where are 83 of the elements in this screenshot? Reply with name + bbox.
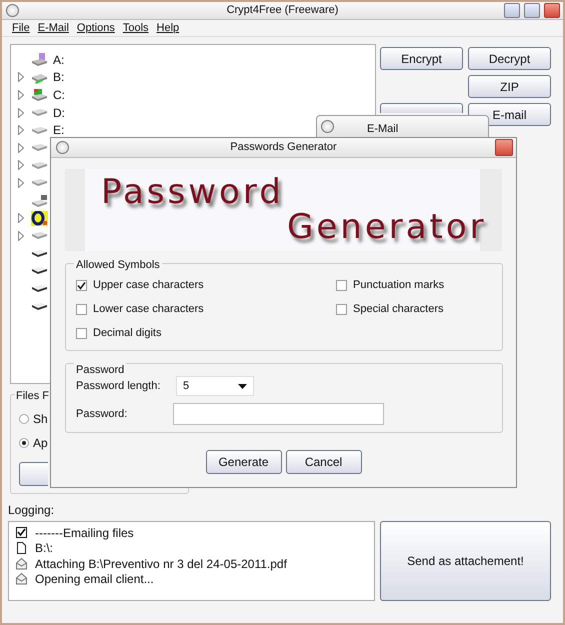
drive-label: C: [53, 86, 65, 104]
radio-label: Sh [33, 411, 48, 428]
drive-icon [31, 109, 48, 116]
drive-icon [31, 267, 48, 274]
expand-arrow-icon [18, 90, 24, 100]
menu-item[interactable]: Options [76, 20, 115, 36]
menu-item[interactable]: Tools [122, 20, 149, 36]
drive-label: B: [53, 69, 64, 86]
drive-icon [31, 250, 48, 257]
expand-arrow-icon [18, 72, 24, 82]
drive-icon [31, 232, 48, 240]
drive-icon [31, 285, 48, 292]
field-label: Password: [76, 406, 128, 422]
expand-arrow-icon [18, 142, 24, 153]
button[interactable] [19, 462, 48, 486]
window-title: Crypt4Free (Freeware) [226, 4, 338, 16]
log-entry: Attaching B:\Preventivo nr 3 del 24-05-2011.pdf [35, 556, 287, 573]
close-button[interactable] [544, 3, 560, 18]
check-icon [77, 280, 86, 290]
send-button[interactable]: Send as attachement! [380, 521, 551, 601]
checkbox-label: Upper case characters [93, 278, 204, 293]
checkbox-label: Decimal digits [93, 326, 162, 341]
log-entry: -------Emailing files [35, 524, 134, 542]
maximize-button[interactable] [524, 3, 540, 18]
drive-icon [31, 210, 48, 226]
action-button[interactable]: Decrypt [468, 47, 551, 70]
checkbox-label: Punctuation marks [353, 278, 444, 293]
checkbox-icon [16, 526, 27, 539]
expand-arrow-icon [18, 213, 24, 224]
length-dropdown[interactable]: 5 [176, 376, 254, 396]
window-knob-icon [56, 141, 69, 154]
drive-icon [31, 126, 48, 134]
checkbox[interactable] [76, 304, 87, 314]
dialog-title: Passwords Generator [230, 141, 337, 153]
dialog-button[interactable]: Cancel [286, 450, 362, 474]
window-title: E-Mail [367, 122, 398, 137]
drive-icon [31, 302, 48, 310]
window-knob-icon [321, 120, 334, 133]
menu-item[interactable]: File [12, 20, 30, 36]
drive-icon [31, 144, 48, 152]
checkbox[interactable] [336, 304, 347, 314]
window-knob-icon [6, 4, 19, 17]
drive-icon [31, 162, 48, 169]
minimize-button[interactable] [504, 3, 520, 18]
expand-arrow-icon [18, 125, 24, 136]
checkbox[interactable] [76, 328, 87, 338]
radio-button[interactable] [19, 414, 29, 424]
expand-arrow-icon [18, 230, 24, 241]
logging-label: Logging: [8, 502, 56, 515]
document-icon [16, 542, 27, 554]
checkbox-label: Lower case characters [93, 302, 204, 317]
action-button[interactable]: ZIP [468, 75, 551, 98]
expand-arrow-icon [18, 178, 24, 188]
drive-label: E: [53, 122, 64, 140]
drive-icon [31, 87, 48, 102]
radio-label: Ap [33, 435, 48, 452]
field-label: Password length: [76, 378, 162, 394]
envelope-icon [16, 573, 27, 586]
drive-label: A: [53, 52, 64, 69]
radio-button[interactable] [19, 438, 29, 448]
action-button[interactable]: Encrypt [380, 47, 463, 70]
close-button[interactable] [495, 139, 513, 156]
dialog-button[interactable]: Generate [206, 450, 282, 474]
drive-icon [31, 193, 48, 208]
expand-arrow-icon [18, 108, 24, 118]
dropdown-value: 5 [183, 378, 190, 394]
envelope-icon [16, 558, 27, 570]
drive-icon [31, 52, 48, 68]
checkbox[interactable] [76, 280, 87, 290]
log-entry: Opening email client... [35, 571, 154, 588]
banner-title: Generator [287, 210, 487, 244]
drive-icon [31, 179, 48, 186]
log-entry: B:\: [35, 540, 54, 558]
button[interactable] [380, 103, 463, 113]
menu-item[interactable]: E-Mail [38, 20, 69, 36]
expand-arrow-icon [18, 160, 24, 170]
checkbox-label: Special characters [353, 302, 444, 317]
banner-title: Password [101, 175, 284, 209]
drive-label: D: [53, 104, 65, 122]
group-title: Allowed Symbols [74, 257, 162, 274]
password-field[interactable] [173, 403, 384, 425]
checkbox[interactable] [336, 280, 347, 290]
menu-item[interactable]: Help [156, 20, 180, 36]
